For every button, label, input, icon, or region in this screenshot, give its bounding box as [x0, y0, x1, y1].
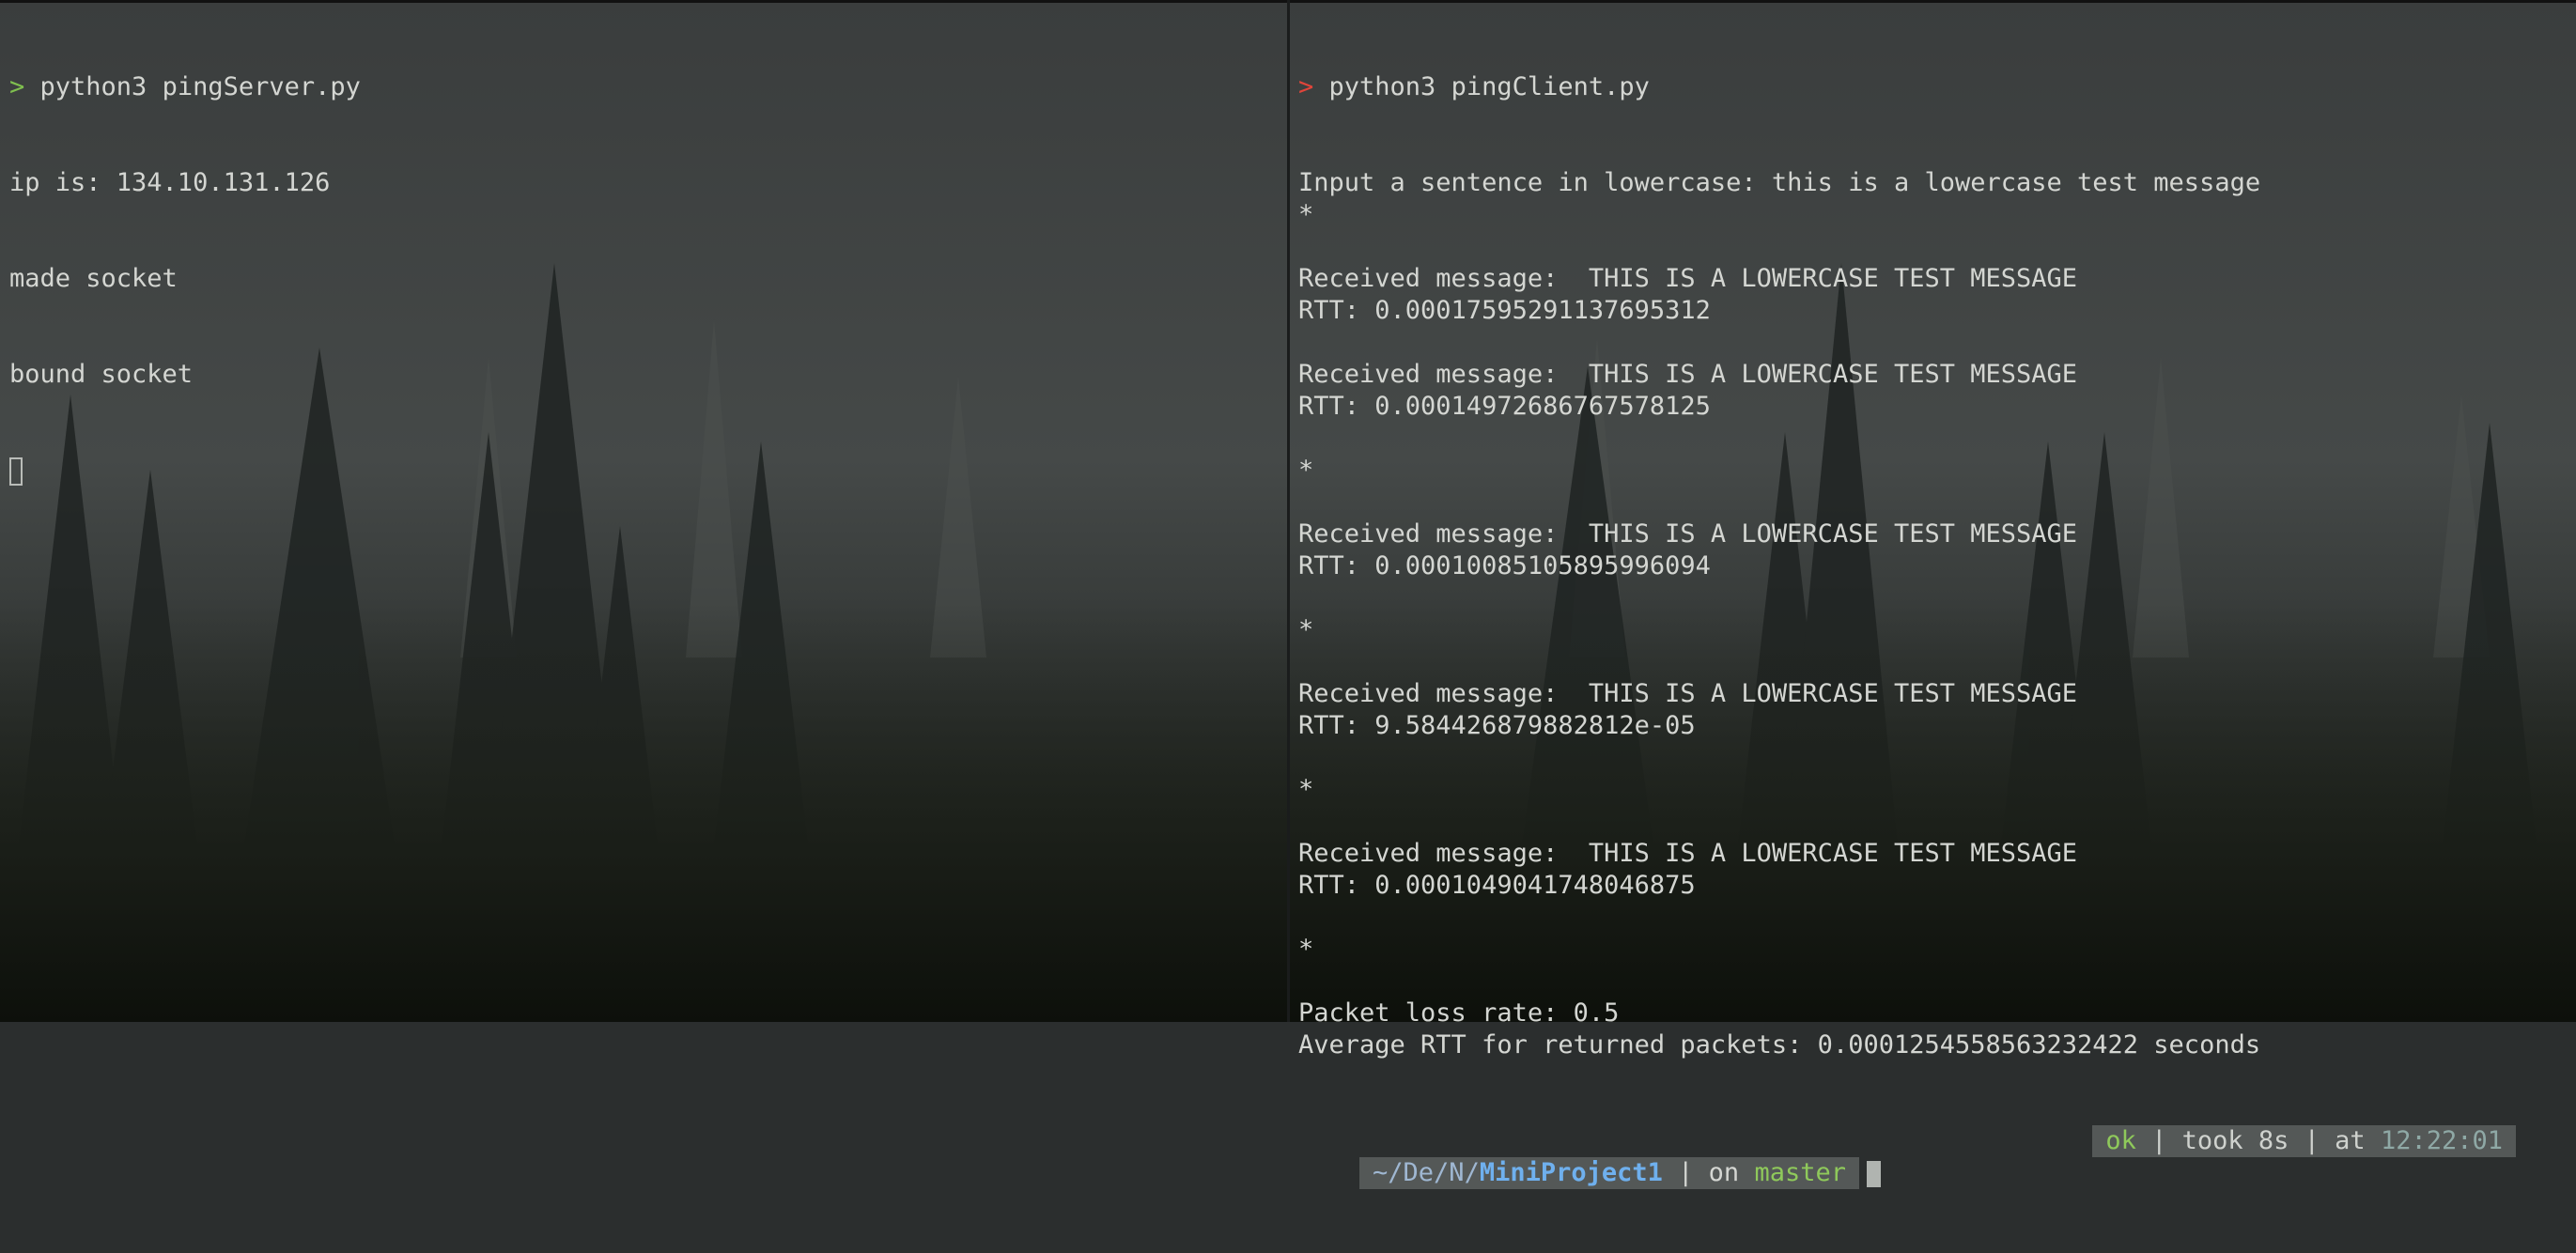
- prompt-statusline: ~/De/N/MiniProject1 | on master ok | too…: [1298, 1125, 2548, 1189]
- output-line: *: [1298, 615, 1314, 644]
- terminal-cursor-icon: [1867, 1160, 1881, 1187]
- terminal-pane-server[interactable]: > python3 pingServer.py ip is: 134.10.13…: [9, 8, 361, 518]
- output-line: Received message: THIS IS A LOWERCASE TE…: [1298, 264, 2078, 293]
- output-line: RTT: 0.00017595291137695312: [1298, 296, 1711, 325]
- git-branch: master: [1754, 1158, 1846, 1187]
- output-line: *: [1298, 935, 1314, 964]
- output-line: Received message: THIS IS A LOWERCASE TE…: [1298, 839, 2078, 868]
- clock-time: 12:22:01: [2380, 1126, 2503, 1155]
- command-text: python3 pingClient.py: [1313, 72, 1650, 101]
- output-line: Received message: THIS IS A LOWERCASE TE…: [1298, 360, 2078, 389]
- terminal-cursor-icon: [9, 456, 23, 486]
- output-line: RTT: 0.00014972686767578125: [1298, 392, 1711, 421]
- path-segment: ~/De/N/MiniProject1 | on master: [1359, 1157, 1859, 1189]
- output-line: *: [1298, 200, 1314, 229]
- pane-divider[interactable]: [1287, 0, 1290, 1022]
- output-line: RTT: 9.584426879882812e-05: [1298, 711, 1696, 740]
- prompt-arrow-icon: >: [1298, 72, 1314, 101]
- output-line: bound socket: [9, 360, 194, 389]
- path-current: MiniProject1: [1479, 1158, 1663, 1187]
- elapsed-time: | took 8s | at: [2135, 1126, 2381, 1155]
- output-line: made socket: [9, 264, 178, 293]
- output-line: Packet loss rate: 0.5: [1298, 998, 1620, 1028]
- status-segment: ok | took 8s | at 12:22:01: [2092, 1125, 2516, 1157]
- cursor-line: [9, 455, 361, 487]
- prompt-arrow-icon: >: [9, 72, 25, 101]
- client-output: Input a sentence in lowercase: this is a…: [1298, 167, 2548, 1061]
- output-line: Received message: THIS IS A LOWERCASE TE…: [1298, 519, 2078, 549]
- output-line: *: [1298, 775, 1314, 804]
- path-prefix: ~/De/N/: [1373, 1158, 1480, 1187]
- command-text: python3 pingServer.py: [24, 72, 361, 101]
- command-line: > python3 pingClient.py: [1298, 71, 2548, 103]
- output-line: Received message: THIS IS A LOWERCASE TE…: [1298, 679, 2078, 708]
- terminal-pane-client[interactable]: > python3 pingClient.py Input a sentence…: [1298, 8, 2548, 1189]
- branch-separator: | on: [1662, 1158, 1755, 1187]
- output-line: *: [1298, 456, 1314, 485]
- command-line: > python3 pingServer.py: [9, 71, 361, 103]
- output-line: Average RTT for returned packets: 0.0001…: [1298, 1030, 2261, 1060]
- output-line: ip is: 134.10.131.126: [9, 168, 331, 197]
- output-line: RTT: 0.00010085105895996094: [1298, 551, 1711, 580]
- output-line: RTT: 0.0001049041748046875: [1298, 871, 1696, 900]
- exit-status: ok: [2105, 1126, 2136, 1155]
- output-line: Input a sentence in lowercase: this is a…: [1298, 168, 2261, 197]
